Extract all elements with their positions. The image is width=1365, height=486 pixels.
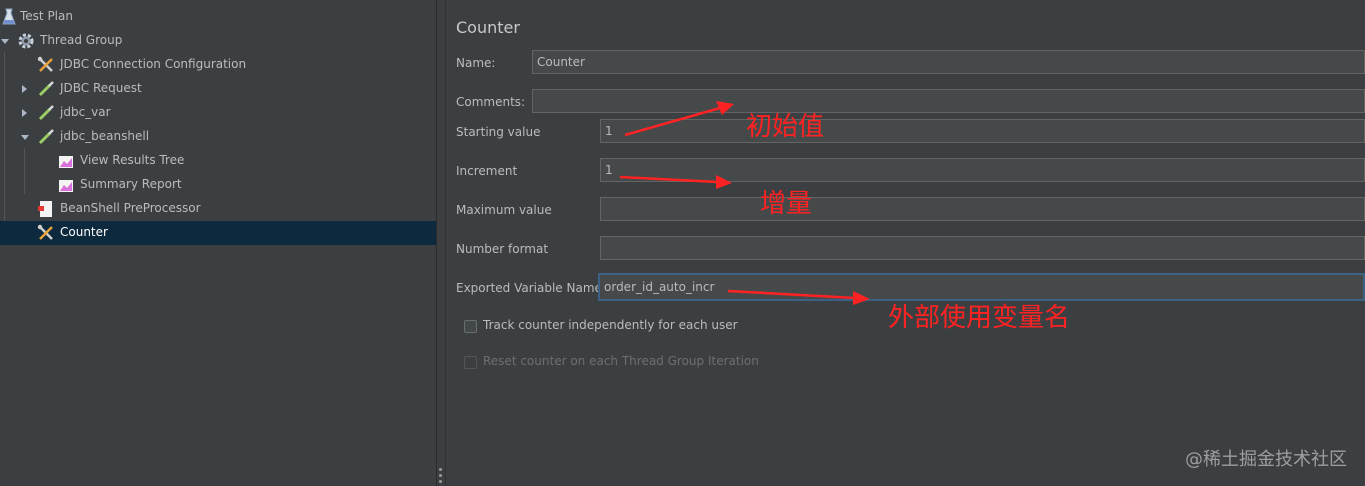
maximum-value-input[interactable] xyxy=(600,197,1365,221)
name-label: Name: xyxy=(456,56,496,70)
comments-label: Comments: xyxy=(456,95,526,109)
tree-item-jdbc-connection-configuration[interactable]: JDBC Connection Configuration xyxy=(0,53,436,77)
wrench-screwdriver-icon xyxy=(37,224,53,240)
chart-icon xyxy=(59,180,73,192)
splitter-grip-dot[interactable] xyxy=(439,474,442,477)
test-plan-icon xyxy=(2,8,16,25)
splitter-grip-dot[interactable] xyxy=(439,468,442,471)
chevron-down-icon[interactable] xyxy=(1,39,9,44)
chart-icon xyxy=(59,156,73,168)
tree-item-test-plan[interactable]: Test Plan xyxy=(0,5,436,29)
chevron-right-icon[interactable] xyxy=(22,109,27,117)
annotation-initial-value: 初始值 xyxy=(746,112,825,142)
tree-item-beanshell-preprocessor[interactable]: BeanShell PreProcessor xyxy=(0,197,436,221)
number-format-input[interactable] xyxy=(600,236,1365,260)
tree-item-label: View Results Tree xyxy=(80,153,185,167)
tree-item-label: jdbc_var xyxy=(60,105,111,119)
track-independently-label: Track counter independently for each use… xyxy=(483,318,738,332)
pipette-icon xyxy=(38,129,54,145)
tree-item-thread-group[interactable]: Thread Group xyxy=(0,29,436,53)
reset-on-iteration-checkbox xyxy=(464,356,477,369)
tree-item-summary-report[interactable]: Summary Report xyxy=(0,173,436,197)
tree-item-jdbc-beanshell[interactable]: jdbc_beanshell xyxy=(0,125,436,149)
name-input[interactable] xyxy=(532,50,1365,74)
gear-icon xyxy=(18,33,34,49)
test-plan-tree: Test Plan Thread Group JDBC Connection C… xyxy=(0,0,437,486)
tree-item-label: Counter xyxy=(60,225,108,239)
annotation-external-variable-name: 外部使用变量名 xyxy=(888,303,1071,333)
increment-label: Increment xyxy=(456,164,518,178)
pipette-icon xyxy=(38,81,54,97)
tree-item-label: Summary Report xyxy=(80,177,182,191)
tree-item-view-results-tree[interactable]: View Results Tree xyxy=(0,149,436,173)
tree-item-label: jdbc_beanshell xyxy=(60,129,150,143)
number-format-label: Number format xyxy=(456,242,549,256)
comments-input[interactable] xyxy=(532,89,1365,113)
tree-item-label: JDBC Request xyxy=(60,81,142,95)
chevron-right-icon[interactable] xyxy=(22,85,27,93)
exported-variable-name-label: Exported Variable Name xyxy=(456,281,602,295)
tree-item-jdbc-request[interactable]: JDBC Request xyxy=(0,77,436,101)
tree-item-counter[interactable]: Counter xyxy=(0,221,436,245)
starting-value-input[interactable] xyxy=(600,119,1365,143)
chevron-down-icon[interactable] xyxy=(21,135,29,140)
reset-on-iteration-label: Reset counter on each Thread Group Itera… xyxy=(483,354,759,368)
tree-item-label: BeanShell PreProcessor xyxy=(60,201,201,215)
maximum-value-label: Maximum value xyxy=(456,203,552,217)
tree-item-label: Test Plan xyxy=(20,9,73,23)
tree-item-label: JDBC Connection Configuration xyxy=(60,57,247,71)
starting-value-label: Starting value xyxy=(456,125,541,139)
pane-splitter[interactable] xyxy=(437,0,446,486)
tree-item-jdbc-var[interactable]: jdbc_var xyxy=(0,101,436,125)
increment-input[interactable] xyxy=(600,158,1365,182)
track-independently-checkbox[interactable] xyxy=(464,320,477,333)
watermark: @稀土掘金技术社区 xyxy=(1185,449,1347,470)
wrench-screwdriver-icon xyxy=(37,56,53,72)
splitter-grip-dot[interactable] xyxy=(439,480,442,483)
pipette-icon xyxy=(38,105,54,121)
annotation-increment: 增量 xyxy=(760,189,813,219)
tree-item-label: Thread Group xyxy=(40,33,123,47)
panel-title: Counter xyxy=(456,18,520,37)
document-icon xyxy=(38,201,52,217)
counter-config-panel: Counter Name: Comments: Starting value I… xyxy=(446,0,1365,486)
